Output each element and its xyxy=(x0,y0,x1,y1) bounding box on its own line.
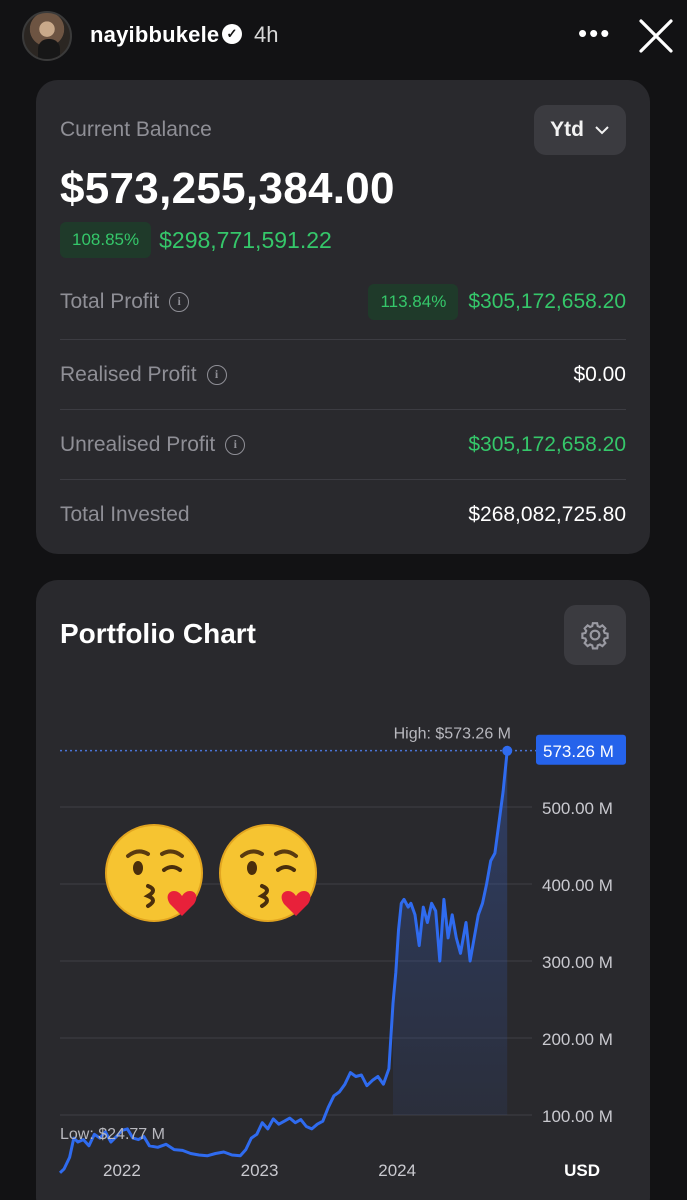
realised-profit-value: $0.00 xyxy=(573,363,626,386)
kissing-face-emoji xyxy=(105,824,203,922)
info-icon[interactable]: i xyxy=(169,292,190,312)
x-tick-label: 2023 xyxy=(241,1161,279,1180)
total-invested-label: Total Invested xyxy=(60,503,190,526)
info-icon[interactable]: i xyxy=(206,365,227,385)
series-area xyxy=(393,750,508,1190)
realised-profit-row: Realised Profit i $0.00 xyxy=(60,340,626,410)
realised-profit-label: Realised Profit xyxy=(60,363,197,386)
avatar[interactable] xyxy=(22,11,72,61)
currency-label: USD xyxy=(564,1161,600,1180)
balance-change-amount: $298,771,591.22 xyxy=(159,226,332,253)
kissing-face-emoji xyxy=(219,824,317,922)
total-invested-row: Total Invested $268,082,725.80 xyxy=(60,480,626,550)
total-profit-label: Total Profit xyxy=(60,290,160,313)
high-label: High: $573.26 M xyxy=(394,726,511,743)
balance-change: 108.85% $298,771,591.22 xyxy=(60,222,332,258)
current-balance-label: Current Balance xyxy=(60,118,212,141)
verified-badge-icon: ✓ xyxy=(222,24,242,44)
balance-change-pct: 108.85% xyxy=(60,222,152,258)
total-profit-value: $305,172,658.20 xyxy=(468,290,626,313)
current-value-label: 573.26 M xyxy=(543,742,614,761)
balance-card: Current Balance Ytd $573,255,384.00 108.… xyxy=(36,80,650,554)
more-options-icon[interactable]: ••• xyxy=(578,18,611,48)
x-tick-label: 2022 xyxy=(103,1161,141,1180)
total-profit-pct: 113.84% xyxy=(368,284,459,320)
x-tick-label: 2024 xyxy=(378,1161,416,1180)
portfolio-chart-card: Portfolio Chart 100.00 M 200.00 M 300.00 M… xyxy=(36,580,650,1200)
total-invested-value: $268,082,725.80 xyxy=(468,503,626,526)
period-select-label: Ytd xyxy=(550,118,584,141)
period-select[interactable]: Ytd xyxy=(534,105,626,155)
current-balance-value: $573,255,384.00 xyxy=(60,164,395,213)
y-tick-label: 100.00 M xyxy=(542,1107,613,1126)
close-icon[interactable] xyxy=(636,16,676,56)
y-tick-label: 400.00 M xyxy=(542,876,613,895)
total-profit-row: Total Profit i 113.84% $305,172,658.20 xyxy=(60,267,626,337)
y-tick-label: 500.00 M xyxy=(542,799,613,818)
current-point xyxy=(502,745,513,756)
info-icon[interactable]: i xyxy=(225,435,246,455)
unrealised-profit-row: Unrealised Profit i $305,172,658.20 xyxy=(60,410,626,480)
story-header: nayibbukele ✓ 4h ••• xyxy=(0,0,687,66)
unrealised-profit-label: Unrealised Profit xyxy=(60,433,216,456)
y-tick-label: 200.00 M xyxy=(542,1030,613,1049)
chevron-down-icon xyxy=(595,126,609,135)
unrealised-profit-value: $305,172,658.20 xyxy=(468,433,626,456)
y-tick-label: 300.00 M xyxy=(542,953,613,972)
username[interactable]: nayibbukele xyxy=(90,22,219,48)
story-time: 4h xyxy=(254,22,279,47)
low-label: Low: $24.77 M xyxy=(60,1126,165,1143)
